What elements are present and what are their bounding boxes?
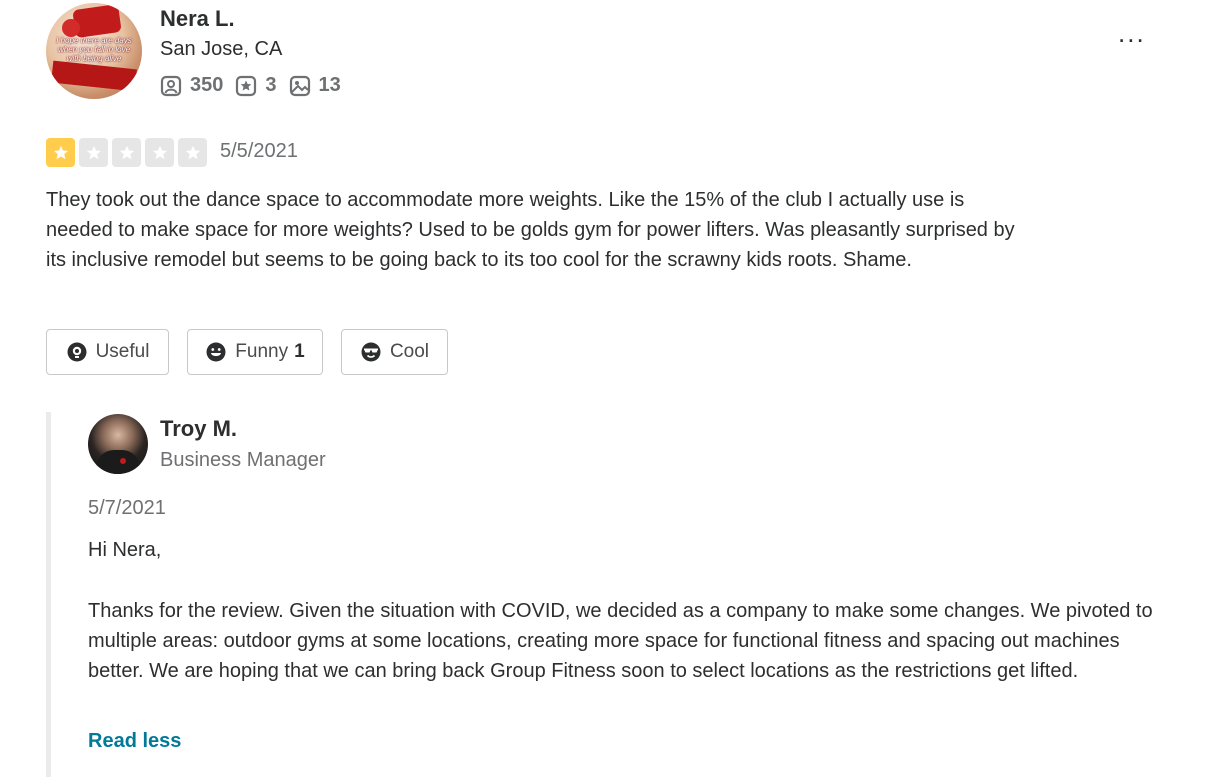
owner-avatar[interactable] bbox=[88, 414, 148, 474]
smile-icon bbox=[206, 342, 226, 362]
star-rating bbox=[46, 138, 211, 167]
friends-count: 350 bbox=[190, 74, 224, 96]
review-date: 5/5/2021 bbox=[220, 140, 298, 162]
useful-button[interactable]: Useful bbox=[46, 329, 169, 375]
star-icon bbox=[79, 138, 108, 167]
reply-divider bbox=[46, 412, 51, 777]
useful-label: Useful bbox=[95, 341, 150, 362]
photos-count: 13 bbox=[318, 74, 341, 96]
review-text: They took out the dance space to accommo… bbox=[46, 189, 1015, 271]
star-icon bbox=[112, 138, 141, 167]
reviews-stat: 3 bbox=[235, 74, 277, 97]
owner-role: Business Manager bbox=[160, 449, 326, 471]
cool-button[interactable]: Cool bbox=[341, 329, 448, 375]
friends-stat: 350 bbox=[160, 74, 223, 97]
reviewer-name[interactable]: Nera L. bbox=[160, 6, 235, 32]
funny-label: Funny bbox=[235, 341, 289, 362]
cool-label: Cool bbox=[389, 341, 430, 362]
star-icon bbox=[178, 138, 207, 167]
read-less-link[interactable]: Read less bbox=[88, 730, 181, 753]
funny-count: 1 bbox=[294, 341, 305, 362]
review-star-icon bbox=[236, 75, 257, 96]
photos-stat: 13 bbox=[289, 74, 341, 97]
reviewer-location: San Jose, CA bbox=[160, 38, 283, 60]
sunglasses-icon bbox=[361, 342, 381, 362]
reviewer-stats: 350 3 13 bbox=[160, 74, 353, 97]
funny-button[interactable]: Funny 1 bbox=[187, 329, 323, 375]
photo-icon bbox=[289, 75, 310, 96]
reply-text: Thanks for the review. Given the situati… bbox=[88, 600, 1153, 682]
reply-greeting: Hi Nera, bbox=[88, 539, 162, 561]
reviews-count: 3 bbox=[265, 74, 277, 96]
reviewer-avatar[interactable]: I hope there are days when you fall in l… bbox=[46, 3, 142, 99]
reply-date: 5/7/2021 bbox=[88, 497, 166, 519]
more-options-button[interactable]: ... bbox=[1118, 18, 1146, 49]
avatar-quote-text: I hope there are days when you fall in l… bbox=[56, 36, 132, 63]
star-icon bbox=[46, 138, 75, 167]
star-icon bbox=[145, 138, 174, 167]
owner-name: Troy M. bbox=[160, 416, 238, 441]
friends-icon bbox=[160, 75, 182, 96]
lightbulb-icon bbox=[67, 342, 87, 362]
